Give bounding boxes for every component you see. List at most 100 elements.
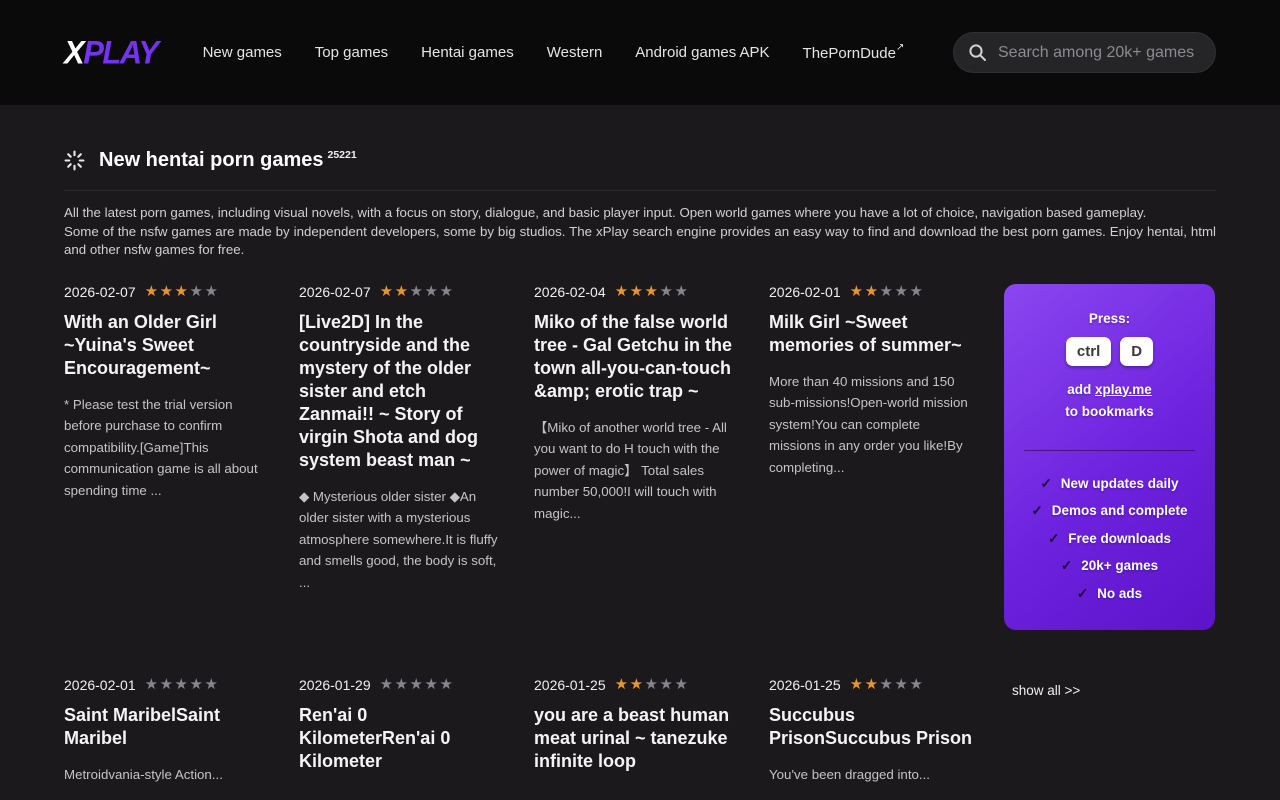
- search-bar[interactable]: [953, 32, 1216, 73]
- game-date: 2026-01-29: [299, 677, 371, 693]
- check-icon: ✓: [1040, 476, 1051, 491]
- search-input[interactable]: [996, 43, 1201, 63]
- star-empty-icon: ★: [659, 283, 674, 300]
- game-card: 2026-02-04 ★★★★★ Miko of the false world…: [534, 284, 739, 677]
- show-all-link[interactable]: show all >>: [1004, 677, 1215, 787]
- nav-new-games[interactable]: New games: [203, 44, 282, 61]
- star-empty-icon: ★: [189, 283, 204, 300]
- check-icon: ✓: [1061, 558, 1072, 573]
- star-empty-icon: ★: [674, 676, 689, 693]
- page-title-row: New hentai porn games25221: [64, 149, 1216, 172]
- bookmark-promo-card: Press: ctrl D add xplay.me to bookmarks …: [1004, 284, 1215, 630]
- rating-stars: ★★★★★: [380, 284, 455, 299]
- logo-play: PLAY: [83, 34, 157, 70]
- press-label: Press:: [1020, 311, 1199, 326]
- title-divider: [64, 190, 1216, 191]
- star-empty-icon: ★: [204, 283, 219, 300]
- xplay-me-link[interactable]: xplay.me: [1095, 382, 1152, 397]
- game-title-link[interactable]: Saint MaribelSaint Maribel: [64, 704, 269, 750]
- rating-stars: ★★★★★: [850, 677, 925, 692]
- star-filled-icon: ★: [865, 283, 880, 300]
- games-grid: 2026-02-07 ★★★★★ With an Older Girl ~Yui…: [64, 284, 1216, 787]
- d-key: D: [1120, 337, 1153, 366]
- search-icon: [968, 43, 987, 62]
- game-card: 2026-01-29 ★★★★★ Ren'ai 0 KilometerRen'a…: [299, 677, 504, 787]
- star-filled-icon: ★: [380, 283, 395, 300]
- nav-western[interactable]: Western: [547, 44, 603, 61]
- star-empty-icon: ★: [410, 283, 425, 300]
- feature-item: ✓New updates daily: [1020, 476, 1199, 492]
- game-card: 2026-02-01 ★★★★★ Milk Girl ~Sweet memori…: [769, 284, 974, 677]
- nav-theporndude[interactable]: ThePornDude↗: [803, 44, 905, 62]
- game-description: More than 40 missions and 150 sub-missio…: [769, 371, 974, 479]
- game-title-link[interactable]: Ren'ai 0 KilometerRen'ai 0 Kilometer: [299, 704, 504, 773]
- game-description: * Please test the trial version before p…: [64, 394, 269, 502]
- games-count-badge: 25221: [328, 149, 357, 161]
- logo-x: X: [64, 34, 83, 70]
- star-empty-icon: ★: [909, 676, 924, 693]
- game-description: 【Miko of another world tree - All you wa…: [534, 417, 739, 525]
- nav-top-games[interactable]: Top games: [315, 44, 388, 61]
- check-icon: ✓: [1048, 531, 1059, 546]
- star-filled-icon: ★: [615, 283, 630, 300]
- page-title: New hentai porn games25221: [99, 149, 357, 172]
- game-date: 2026-02-07: [299, 284, 371, 300]
- game-description: ◆ Mysterious older sister ◆An older sist…: [299, 486, 504, 594]
- star-empty-icon: ★: [175, 676, 190, 693]
- rating-stars: ★★★★★: [380, 677, 455, 692]
- game-description: You've been dragged into...: [769, 764, 974, 786]
- game-title-link[interactable]: Miko of the false world tree - Gal Getch…: [534, 311, 739, 403]
- feature-item: ✓Demos and complete: [1020, 503, 1199, 519]
- star-empty-icon: ★: [410, 676, 425, 693]
- top-bar: XPLAY New games Top games Hentai games W…: [0, 0, 1280, 105]
- main-nav: New games Top games Hentai games Western…: [203, 44, 905, 62]
- star-empty-icon: ★: [204, 676, 219, 693]
- star-empty-icon: ★: [439, 283, 454, 300]
- bookmark-text: add xplay.me to bookmarks: [1020, 379, 1199, 423]
- game-title-link[interactable]: you are a beast human meat urinal ~ tane…: [534, 704, 739, 773]
- content: New hentai porn games25221 All the lates…: [0, 149, 1280, 787]
- star-empty-icon: ★: [909, 283, 924, 300]
- star-empty-icon: ★: [894, 283, 909, 300]
- game-date: 2026-02-07: [64, 284, 136, 300]
- rating-stars: ★★★★★: [145, 284, 220, 299]
- star-filled-icon: ★: [630, 283, 645, 300]
- star-empty-icon: ★: [880, 283, 895, 300]
- game-date: 2026-02-04: [534, 284, 606, 300]
- star-empty-icon: ★: [894, 676, 909, 693]
- star-empty-icon: ★: [645, 676, 660, 693]
- game-date: 2026-02-01: [64, 677, 136, 693]
- star-empty-icon: ★: [380, 676, 395, 693]
- rating-stars: ★★★★★: [145, 677, 220, 692]
- star-filled-icon: ★: [395, 283, 410, 300]
- game-title-link[interactable]: Milk Girl ~Sweet memories of summer~: [769, 311, 974, 357]
- game-title-link[interactable]: With an Older Girl ~Yuina's Sweet Encour…: [64, 311, 269, 380]
- game-date: 2026-01-25: [534, 677, 606, 693]
- star-empty-icon: ★: [424, 676, 439, 693]
- game-title-link[interactable]: [Live2D] In the countryside and the myst…: [299, 311, 504, 472]
- star-empty-icon: ★: [424, 283, 439, 300]
- ctrl-key: ctrl: [1066, 337, 1111, 366]
- game-title-link[interactable]: Succubus PrisonSuccubus Prison: [769, 704, 974, 750]
- star-empty-icon: ★: [160, 676, 175, 693]
- star-filled-icon: ★: [645, 283, 660, 300]
- nav-hentai-games[interactable]: Hentai games: [421, 44, 514, 61]
- star-empty-icon: ★: [395, 676, 410, 693]
- star-empty-icon: ★: [659, 676, 674, 693]
- star-empty-icon: ★: [880, 676, 895, 693]
- star-filled-icon: ★: [630, 676, 645, 693]
- star-empty-icon: ★: [439, 676, 454, 693]
- nav-android-games-apk[interactable]: Android games APK: [635, 44, 769, 61]
- promo-divider: [1024, 450, 1195, 451]
- description-line-1: All the latest porn games, including vis…: [64, 204, 1216, 223]
- game-card: 2026-02-07 ★★★★★ [Live2D] In the country…: [299, 284, 504, 677]
- star-filled-icon: ★: [865, 676, 880, 693]
- star-empty-icon: ★: [145, 676, 160, 693]
- xplay-logo[interactable]: XPLAY: [64, 34, 158, 71]
- game-date: 2026-01-25: [769, 677, 841, 693]
- feature-item: ✓20k+ games: [1020, 558, 1199, 574]
- game-card: 2026-02-07 ★★★★★ With an Older Girl ~Yui…: [64, 284, 269, 677]
- rating-stars: ★★★★★: [850, 284, 925, 299]
- spinner-icon: [64, 150, 85, 171]
- game-card: 2026-01-25 ★★★★★ Succubus PrisonSuccubus…: [769, 677, 974, 787]
